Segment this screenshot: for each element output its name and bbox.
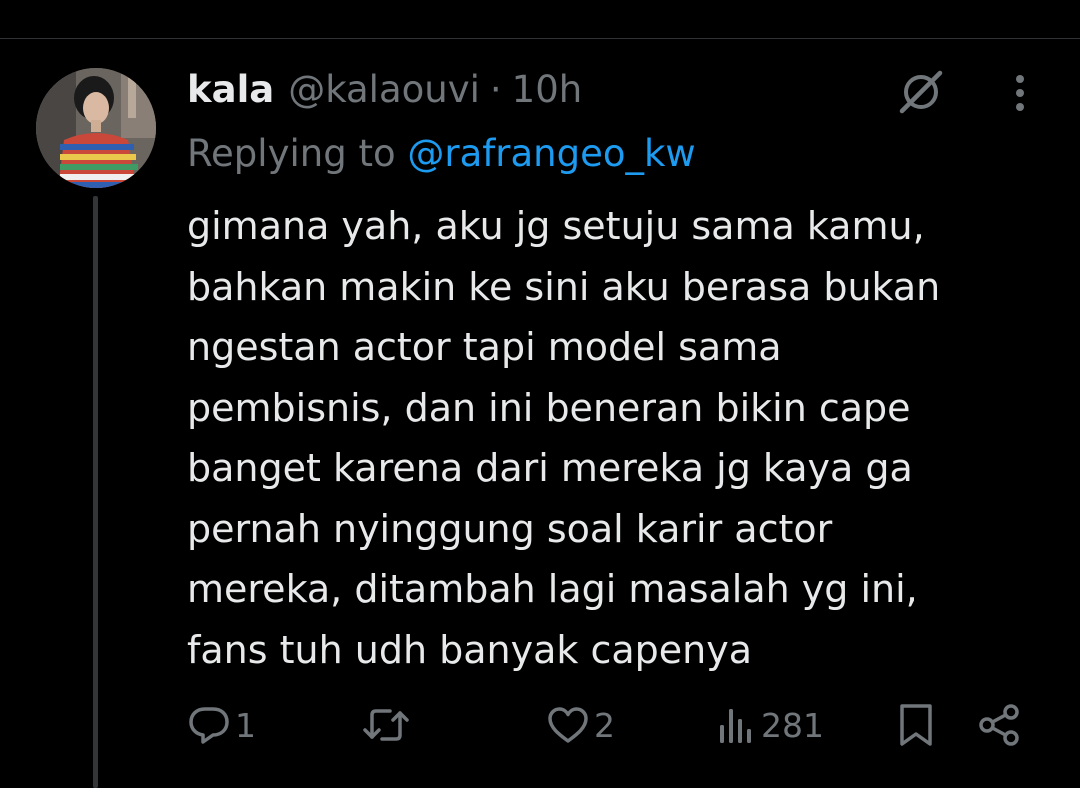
display-name[interactable]: kala xyxy=(187,64,274,116)
tweet-header: kala @kalaouvi · 10h xyxy=(187,64,582,116)
reply-count: 1 xyxy=(235,705,256,745)
share-button[interactable] xyxy=(976,690,1022,760)
replying-to-label: Replying to xyxy=(187,132,396,175)
share-icon xyxy=(979,704,1019,746)
like-icon xyxy=(548,707,588,743)
retweet-icon xyxy=(363,709,409,741)
timestamp[interactable]: 10h xyxy=(512,64,583,116)
reply-icon xyxy=(189,707,229,744)
thread-line xyxy=(93,196,98,788)
view-count: 281 xyxy=(761,705,824,745)
retweet-button[interactable] xyxy=(362,690,414,760)
views-button[interactable]: 281 xyxy=(717,690,824,760)
replying-to: Replying to @rafrangeo_kw xyxy=(187,128,696,180)
action-bar: 1 2 281 xyxy=(187,690,1037,760)
avatar[interactable] xyxy=(36,68,156,188)
bookmark-icon xyxy=(900,704,932,746)
bookmark-button[interactable] xyxy=(896,690,936,760)
separator: · xyxy=(489,68,502,111)
more-vertical-icon xyxy=(1016,75,1024,111)
reply-button[interactable]: 1 xyxy=(187,690,256,760)
handle[interactable]: @kalaouvi xyxy=(288,64,480,116)
views-icon xyxy=(720,709,751,743)
like-count: 2 xyxy=(594,705,615,745)
like-button[interactable]: 2 xyxy=(546,690,615,760)
grok-button[interactable] xyxy=(893,64,949,120)
top-divider xyxy=(0,38,1080,39)
avatar-photo xyxy=(36,68,156,188)
grok-icon xyxy=(899,70,943,114)
replying-to-mention[interactable]: @rafrangeo_kw xyxy=(407,132,695,175)
tweet-text: gimana yah, aku jg setuju sama kamu, bah… xyxy=(187,204,941,672)
more-button[interactable] xyxy=(1000,68,1040,118)
